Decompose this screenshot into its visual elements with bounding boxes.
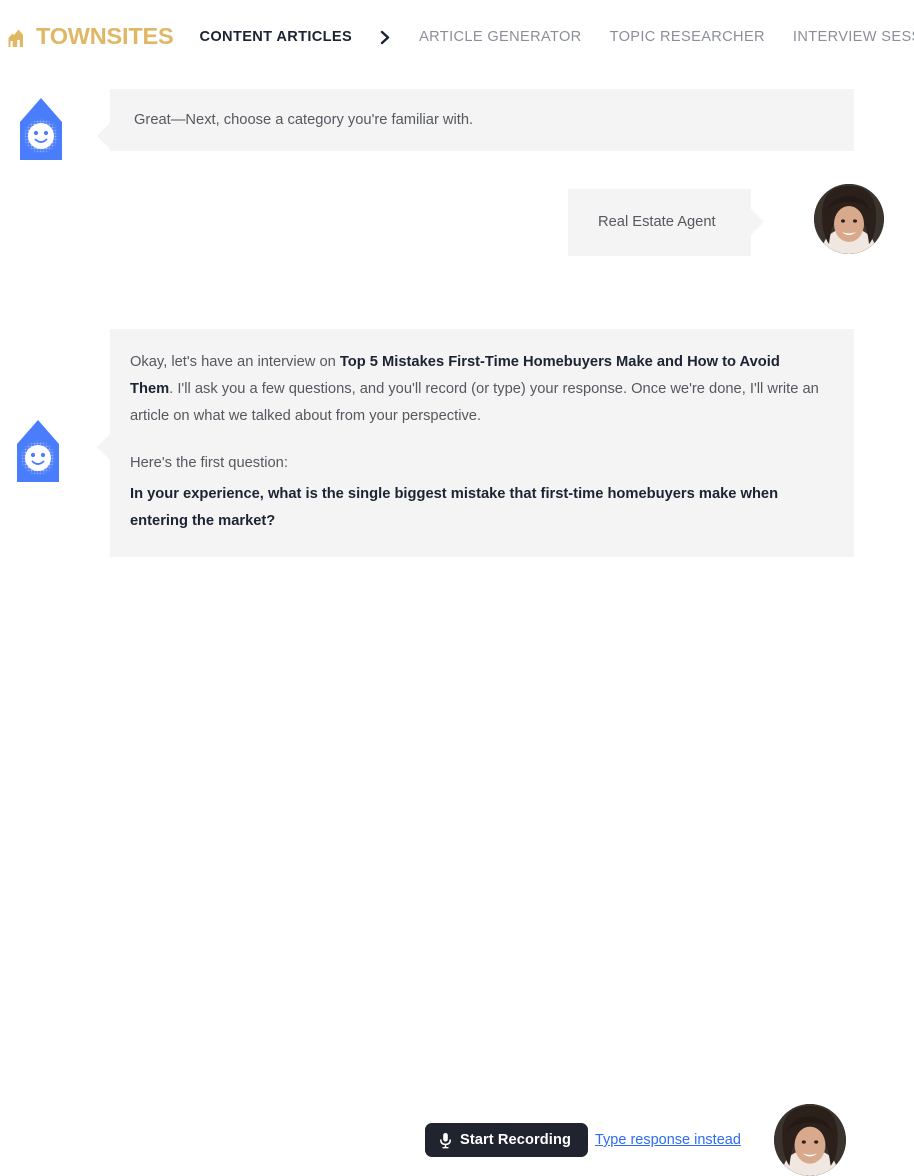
- nav-item-content-articles[interactable]: CONTENT ARTICLES: [199, 29, 380, 45]
- message-text: Real Estate Agent: [598, 214, 716, 230]
- chat-transcript: Great—Next, choose a category you're fam…: [0, 89, 914, 569]
- chat-bubble-bot-2: Okay, let's have an interview on Top 5 M…: [110, 329, 854, 557]
- start-recording-label: Start Recording: [460, 1132, 571, 1148]
- nav-item-topic-researcher[interactable]: TOPIC RESEARCHER: [610, 29, 793, 45]
- microphone-icon: [439, 1132, 452, 1149]
- type-response-instead-link[interactable]: Type response instead: [595, 1132, 741, 1148]
- brand-logo-text: TOWNSITES: [36, 23, 174, 50]
- chat-bubble-bot-1: Great—Next, choose a category you're fam…: [110, 89, 854, 151]
- user-photo-avatar: [814, 184, 884, 254]
- intro-prefix-text: Okay, let's have an interview on: [130, 354, 340, 370]
- interview-intro-paragraph: Okay, let's have an interview on Top 5 M…: [130, 349, 826, 430]
- response-action-bar: Start Recording Type response instead: [0, 548, 914, 1176]
- bot-house-avatar-icon: [18, 96, 64, 162]
- nav-item-article-generator[interactable]: ARTICLE GENERATOR: [419, 29, 609, 45]
- brand-logo[interactable]: TOWNSITES: [8, 23, 174, 50]
- question-lead-text: Here's the first question:: [130, 454, 288, 471]
- app-header: TOWNSITES CONTENT ARTICLES ARTICLE GENER…: [0, 0, 914, 74]
- intro-suffix-text: . I'll ask you a few questions, and you'…: [130, 380, 819, 424]
- chat-message-bot-1: Great—Next, choose a category you're fam…: [0, 89, 914, 161]
- chat-bubble-user-1: Real Estate Agent: [568, 189, 751, 256]
- question-body-text: In your experience, what is the single b…: [130, 486, 779, 530]
- user-photo-avatar: [774, 1104, 846, 1176]
- chat-message-user-1: Real Estate Agent: [0, 184, 914, 269]
- chat-message-bot-2: Okay, let's have an interview on Top 5 M…: [0, 329, 914, 569]
- main-nav: CONTENT ARTICLES ARTICLE GENERATOR TOPIC…: [199, 29, 914, 45]
- nav-item-interview-session[interactable]: INTERVIEW SESSION: [793, 29, 914, 45]
- message-text: Great—Next, choose a category you're fam…: [134, 112, 474, 128]
- start-recording-button[interactable]: Start Recording: [425, 1123, 588, 1157]
- house-logo-icon: [8, 25, 34, 49]
- bot-house-avatar-icon: [15, 418, 61, 484]
- chevron-right-icon: [380, 30, 419, 45]
